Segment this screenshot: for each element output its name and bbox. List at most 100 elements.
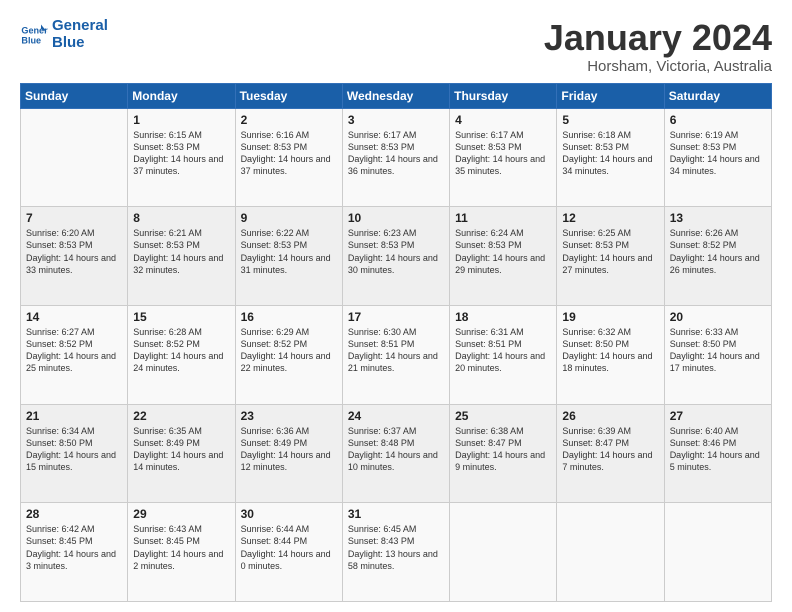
cell-details: Sunrise: 6:21 AM Sunset: 8:53 PM Dayligh… <box>133 227 229 276</box>
day-number: 3 <box>348 113 444 127</box>
header: General Blue General Blue January 2024 H… <box>20 18 772 75</box>
cell-details: Sunrise: 6:27 AM Sunset: 8:52 PM Dayligh… <box>26 326 122 375</box>
calendar-cell: 27 Sunrise: 6:40 AM Sunset: 8:46 PM Dayli… <box>664 404 771 503</box>
cell-details: Sunrise: 6:45 AM Sunset: 8:43 PM Dayligh… <box>348 523 444 572</box>
title-block: January 2024 Horsham, Victoria, Australi… <box>544 18 772 75</box>
cell-details: Sunrise: 6:15 AM Sunset: 8:53 PM Dayligh… <box>133 129 229 178</box>
day-number: 18 <box>455 310 551 324</box>
logo: General Blue General Blue <box>20 18 108 51</box>
calendar-cell: 8 Sunrise: 6:21 AM Sunset: 8:53 PM Daylig… <box>128 207 235 306</box>
day-number: 2 <box>241 113 337 127</box>
cell-details: Sunrise: 6:34 AM Sunset: 8:50 PM Dayligh… <box>26 425 122 474</box>
header-thursday: Thursday <box>450 83 557 108</box>
cell-details: Sunrise: 6:17 AM Sunset: 8:53 PM Dayligh… <box>348 129 444 178</box>
cell-details: Sunrise: 6:40 AM Sunset: 8:46 PM Dayligh… <box>670 425 766 474</box>
calendar-week-3: 14 Sunrise: 6:27 AM Sunset: 8:52 PM Dayli… <box>21 305 772 404</box>
day-number: 14 <box>26 310 122 324</box>
day-number: 22 <box>133 409 229 423</box>
calendar-cell <box>557 503 664 602</box>
header-sunday: Sunday <box>21 83 128 108</box>
day-number: 11 <box>455 211 551 225</box>
cell-details: Sunrise: 6:25 AM Sunset: 8:53 PM Dayligh… <box>562 227 658 276</box>
cell-details: Sunrise: 6:39 AM Sunset: 8:47 PM Dayligh… <box>562 425 658 474</box>
day-number: 6 <box>670 113 766 127</box>
location: Horsham, Victoria, Australia <box>544 58 772 75</box>
cell-details: Sunrise: 6:30 AM Sunset: 8:51 PM Dayligh… <box>348 326 444 375</box>
calendar-cell: 2Sunrise: 6:16 AM Sunset: 8:53 PM Daylig… <box>235 108 342 207</box>
calendar-week-1: 1 Sunrise: 6:15 AM Sunset: 8:53 PM Daylig… <box>21 108 772 207</box>
calendar-cell: 1 Sunrise: 6:15 AM Sunset: 8:53 PM Daylig… <box>128 108 235 207</box>
cell-details: Sunrise: 6:43 AM Sunset: 8:45 PM Dayligh… <box>133 523 229 572</box>
day-number: 20 <box>670 310 766 324</box>
calendar-cell: 16Sunrise: 6:29 AM Sunset: 8:52 PM Dayli… <box>235 305 342 404</box>
calendar-week-5: 28 Sunrise: 6:42 AM Sunset: 8:45 PM Dayli… <box>21 503 772 602</box>
cell-details: Sunrise: 6:38 AM Sunset: 8:47 PM Dayligh… <box>455 425 551 474</box>
day-number: 21 <box>26 409 122 423</box>
calendar-week-2: 7Sunrise: 6:20 AM Sunset: 8:53 PM Daylig… <box>21 207 772 306</box>
calendar-cell: 18 Sunrise: 6:31 AM Sunset: 8:51 PM Dayli… <box>450 305 557 404</box>
calendar-cell: 3 Sunrise: 6:17 AM Sunset: 8:53 PM Daylig… <box>342 108 449 207</box>
logo-blue: Blue <box>52 35 108 52</box>
cell-details: Sunrise: 6:35 AM Sunset: 8:49 PM Dayligh… <box>133 425 229 474</box>
cell-details: Sunrise: 6:37 AM Sunset: 8:48 PM Dayligh… <box>348 425 444 474</box>
day-number: 4 <box>455 113 551 127</box>
cell-details: Sunrise: 6:26 AM Sunset: 8:52 PM Dayligh… <box>670 227 766 276</box>
calendar-cell: 28 Sunrise: 6:42 AM Sunset: 8:45 PM Dayli… <box>21 503 128 602</box>
calendar-cell: 24Sunrise: 6:37 AM Sunset: 8:48 PM Dayli… <box>342 404 449 503</box>
day-number: 30 <box>241 507 337 521</box>
cell-details: Sunrise: 6:36 AM Sunset: 8:49 PM Dayligh… <box>241 425 337 474</box>
day-number: 17 <box>348 310 444 324</box>
calendar-table: Sunday Monday Tuesday Wednesday Thursday… <box>20 83 772 602</box>
calendar-cell: 25 Sunrise: 6:38 AM Sunset: 8:47 PM Dayli… <box>450 404 557 503</box>
day-number: 26 <box>562 409 658 423</box>
calendar-cell: 4 Sunrise: 6:17 AM Sunset: 8:53 PM Daylig… <box>450 108 557 207</box>
day-number: 13 <box>670 211 766 225</box>
header-wednesday: Wednesday <box>342 83 449 108</box>
calendar-cell: 6 Sunrise: 6:19 AM Sunset: 8:53 PM Daylig… <box>664 108 771 207</box>
calendar-cell: 14 Sunrise: 6:27 AM Sunset: 8:52 PM Dayli… <box>21 305 128 404</box>
day-number: 7 <box>26 211 122 225</box>
day-number: 25 <box>455 409 551 423</box>
day-number: 29 <box>133 507 229 521</box>
svg-text:General: General <box>21 25 48 35</box>
calendar-cell: 12 Sunrise: 6:25 AM Sunset: 8:53 PM Dayli… <box>557 207 664 306</box>
header-friday: Friday <box>557 83 664 108</box>
calendar-cell: 26 Sunrise: 6:39 AM Sunset: 8:47 PM Dayli… <box>557 404 664 503</box>
logo-icon: General Blue <box>20 21 48 49</box>
cell-details: Sunrise: 6:23 AM Sunset: 8:53 PM Dayligh… <box>348 227 444 276</box>
day-number: 8 <box>133 211 229 225</box>
calendar-cell: 19 Sunrise: 6:32 AM Sunset: 8:50 PM Dayli… <box>557 305 664 404</box>
cell-details: Sunrise: 6:22 AM Sunset: 8:53 PM Dayligh… <box>241 227 337 276</box>
month-title: January 2024 <box>544 18 772 58</box>
cell-details: Sunrise: 6:32 AM Sunset: 8:50 PM Dayligh… <box>562 326 658 375</box>
calendar-cell: 31 Sunrise: 6:45 AM Sunset: 8:43 PM Dayli… <box>342 503 449 602</box>
day-number: 12 <box>562 211 658 225</box>
cell-details: Sunrise: 6:17 AM Sunset: 8:53 PM Dayligh… <box>455 129 551 178</box>
calendar-cell: 11 Sunrise: 6:24 AM Sunset: 8:53 PM Dayli… <box>450 207 557 306</box>
cell-details: Sunrise: 6:19 AM Sunset: 8:53 PM Dayligh… <box>670 129 766 178</box>
day-number: 27 <box>670 409 766 423</box>
calendar-cell <box>450 503 557 602</box>
calendar-cell: 23 Sunrise: 6:36 AM Sunset: 8:49 PM Dayli… <box>235 404 342 503</box>
calendar-cell: 30Sunrise: 6:44 AM Sunset: 8:44 PM Dayli… <box>235 503 342 602</box>
page: General Blue General Blue January 2024 H… <box>0 0 792 612</box>
cell-details: Sunrise: 6:31 AM Sunset: 8:51 PM Dayligh… <box>455 326 551 375</box>
calendar-cell: 10Sunrise: 6:23 AM Sunset: 8:53 PM Dayli… <box>342 207 449 306</box>
svg-text:Blue: Blue <box>21 35 41 45</box>
cell-details: Sunrise: 6:18 AM Sunset: 8:53 PM Dayligh… <box>562 129 658 178</box>
day-number: 28 <box>26 507 122 521</box>
day-number: 23 <box>241 409 337 423</box>
cell-details: Sunrise: 6:29 AM Sunset: 8:52 PM Dayligh… <box>241 326 337 375</box>
day-number: 19 <box>562 310 658 324</box>
cell-details: Sunrise: 6:33 AM Sunset: 8:50 PM Dayligh… <box>670 326 766 375</box>
cell-details: Sunrise: 6:42 AM Sunset: 8:45 PM Dayligh… <box>26 523 122 572</box>
calendar-cell <box>21 108 128 207</box>
header-tuesday: Tuesday <box>235 83 342 108</box>
cell-details: Sunrise: 6:24 AM Sunset: 8:53 PM Dayligh… <box>455 227 551 276</box>
day-number: 31 <box>348 507 444 521</box>
calendar-cell: 13 Sunrise: 6:26 AM Sunset: 8:52 PM Dayli… <box>664 207 771 306</box>
calendar-cell: 5Sunrise: 6:18 AM Sunset: 8:53 PM Daylig… <box>557 108 664 207</box>
calendar-cell: 21 Sunrise: 6:34 AM Sunset: 8:50 PM Dayli… <box>21 404 128 503</box>
day-number: 1 <box>133 113 229 127</box>
header-saturday: Saturday <box>664 83 771 108</box>
